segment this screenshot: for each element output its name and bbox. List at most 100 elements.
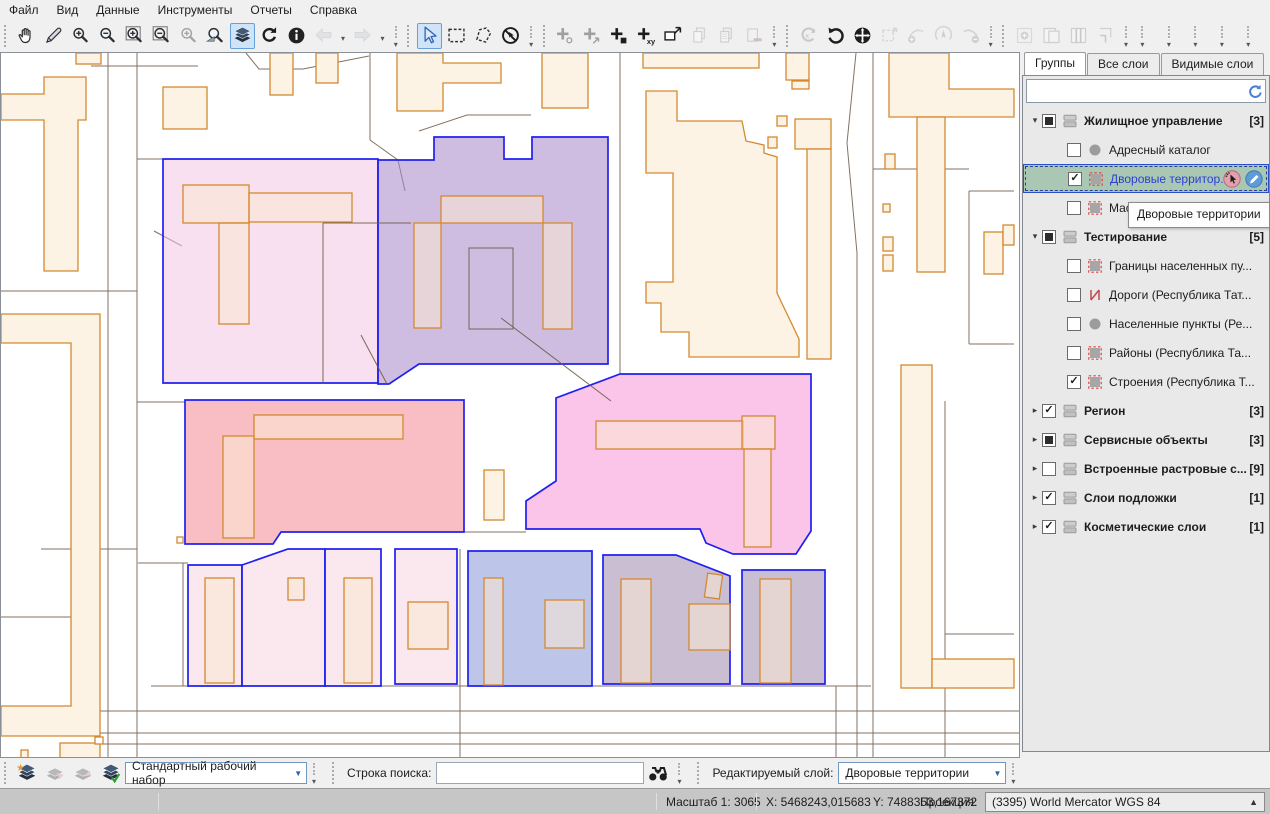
search-input[interactable]	[436, 762, 644, 784]
toolbar-overflow[interactable]	[1121, 23, 1133, 49]
expander-icon[interactable]: ▸	[1028, 521, 1042, 532]
select-rect-tool[interactable]	[444, 23, 469, 49]
workspace-combo[interactable]: Стандартный рабочий набор▼	[125, 762, 307, 784]
nav-back-button[interactable]	[311, 23, 336, 49]
search-go-button[interactable]	[645, 760, 671, 786]
layer-filter-input[interactable]	[1027, 81, 1243, 101]
layer-checkbox[interactable]	[1042, 433, 1056, 447]
workset-apply-button[interactable]	[98, 760, 124, 786]
direction-button[interactable]	[931, 23, 956, 49]
layer-checkbox[interactable]	[1042, 491, 1056, 505]
layer-row[interactable]: ▸Косметические слои[1]	[1023, 512, 1269, 541]
remove-vertex-button[interactable]	[958, 23, 983, 49]
zoom-out-tool[interactable]	[95, 23, 120, 49]
layer-row[interactable]: ▸Слои подложки[1]	[1023, 483, 1269, 512]
layer-row[interactable]: Строения (Республика Т...	[1023, 367, 1269, 396]
layer-row[interactable]: Границы населенных пу...	[1023, 251, 1269, 280]
layer-row[interactable]: Районы (Республика Та...	[1023, 338, 1269, 367]
info-tool[interactable]	[284, 23, 309, 49]
layers-visibility-tool[interactable]	[230, 23, 255, 49]
copy-feature-button[interactable]	[687, 23, 712, 49]
menu-item[interactable]: Файл	[0, 1, 48, 19]
chevron-down-icon[interactable]: ▼	[989, 763, 1005, 783]
toolbar-overflow[interactable]	[526, 23, 538, 49]
collapsed-toolbar-stub[interactable]	[1217, 23, 1229, 49]
expander-icon[interactable]: ▸	[1028, 405, 1042, 416]
nav-back-button-dropdown[interactable]: ▾	[337, 23, 349, 49]
rotate-x-button[interactable]: x	[796, 23, 821, 49]
reshape-button[interactable]	[877, 23, 902, 49]
nav-forward-button[interactable]	[350, 23, 375, 49]
layer-row[interactable]: Дворовые территор...	[1023, 164, 1269, 193]
select-tool[interactable]	[417, 23, 442, 49]
layer-checkbox[interactable]	[1067, 346, 1081, 360]
paste-feature-button[interactable]	[714, 23, 739, 49]
add-feature-rect-button[interactable]	[606, 23, 631, 49]
add-feature-xy-button[interactable]: xy	[633, 23, 658, 49]
square-corner-button[interactable]	[1093, 23, 1118, 49]
zoom-selection-tool[interactable]	[203, 23, 228, 49]
rotate-button[interactable]	[823, 23, 848, 49]
collapsed-toolbar-stub[interactable]	[1243, 23, 1255, 49]
layer-checkbox[interactable]	[1067, 317, 1081, 331]
menu-item[interactable]: Отчеты	[241, 1, 300, 19]
delete-feature-button[interactable]	[741, 23, 766, 49]
zoom-in-rect-tool[interactable]	[122, 23, 147, 49]
layer-checkbox[interactable]	[1042, 404, 1056, 418]
square-columns-button[interactable]	[1066, 23, 1091, 49]
select-polygon-tool[interactable]	[471, 23, 496, 49]
menu-item[interactable]: Данные	[87, 1, 148, 19]
move-feature-button[interactable]	[850, 23, 875, 49]
layer-row[interactable]: Дороги (Республика Тат...	[1023, 280, 1269, 309]
layer-checkbox[interactable]	[1042, 462, 1056, 476]
tab-Все слои[interactable]: Все слои	[1087, 53, 1160, 75]
layer-checkbox[interactable]	[1067, 201, 1081, 215]
zoom-out-rect-tool[interactable]	[149, 23, 174, 49]
layer-row[interactable]: Населенные пункты (Ре...	[1023, 309, 1269, 338]
projection-combo[interactable]: (3395) World Mercator WGS 84▲	[985, 792, 1265, 812]
refresh-map-button[interactable]	[257, 23, 282, 49]
layer-row[interactable]: ▸Встроенные растровые с...[9]	[1023, 454, 1269, 483]
edit-geometry-button[interactable]	[660, 23, 685, 49]
collapsed-toolbar-stub[interactable]	[1164, 23, 1176, 49]
collapsed-toolbar-stub[interactable]	[1190, 23, 1202, 49]
edit-layer-combo[interactable]: Дворовые территории▼	[838, 762, 1006, 784]
toolbar-overflow[interactable]	[986, 23, 998, 49]
square-add-button[interactable]	[1012, 23, 1037, 49]
nav-forward-button-dropdown[interactable]: ▾	[376, 23, 388, 49]
add-feature-snap-button[interactable]	[579, 23, 604, 49]
refresh-layers-icon[interactable]	[1243, 80, 1265, 102]
workset-favorite-button[interactable]: ★	[14, 760, 40, 786]
edit-badge-icon[interactable]	[1245, 170, 1263, 188]
square-panes-button[interactable]	[1039, 23, 1064, 49]
zoom-in-tool[interactable]	[68, 23, 93, 49]
layer-row[interactable]: Адресный каталог	[1023, 135, 1269, 164]
add-vertex-button[interactable]	[904, 23, 929, 49]
expander-icon[interactable]: ▸	[1028, 463, 1042, 474]
tab-Видимые слои[interactable]: Видимые слои	[1161, 53, 1265, 75]
expander-icon[interactable]: ▾	[1028, 115, 1042, 126]
map-canvas[interactable]	[0, 52, 1020, 758]
pan-tool[interactable]	[14, 23, 39, 49]
layer-row[interactable]: ▸Регион[3]	[1023, 396, 1269, 425]
layer-checkbox[interactable]	[1068, 172, 1082, 186]
expander-icon[interactable]: ▸	[1028, 434, 1042, 445]
measure-tool[interactable]	[41, 23, 66, 49]
layer-checkbox[interactable]	[1067, 375, 1081, 389]
expander-icon[interactable]: ▸	[1028, 492, 1042, 503]
workset-export-button[interactable]	[70, 760, 96, 786]
tab-Группы[interactable]: Группы	[1024, 52, 1086, 75]
menu-item[interactable]: Справка	[301, 1, 366, 19]
layer-row[interactable]: ▸Сервисные объекты[3]	[1023, 425, 1269, 454]
add-feature-button[interactable]	[552, 23, 577, 49]
layer-checkbox[interactable]	[1067, 143, 1081, 157]
toolbar-overflow[interactable]	[769, 23, 781, 49]
collapsed-toolbar-stub[interactable]	[1137, 23, 1149, 49]
layer-checkbox[interactable]	[1042, 114, 1056, 128]
menu-item[interactable]: Вид	[48, 1, 88, 19]
workset-open-button[interactable]	[42, 760, 68, 786]
zoom-previous-tool[interactable]	[176, 23, 201, 49]
layer-checkbox[interactable]	[1067, 259, 1081, 273]
selection-badge-icon[interactable]	[1223, 170, 1241, 188]
layer-checkbox[interactable]	[1067, 288, 1081, 302]
